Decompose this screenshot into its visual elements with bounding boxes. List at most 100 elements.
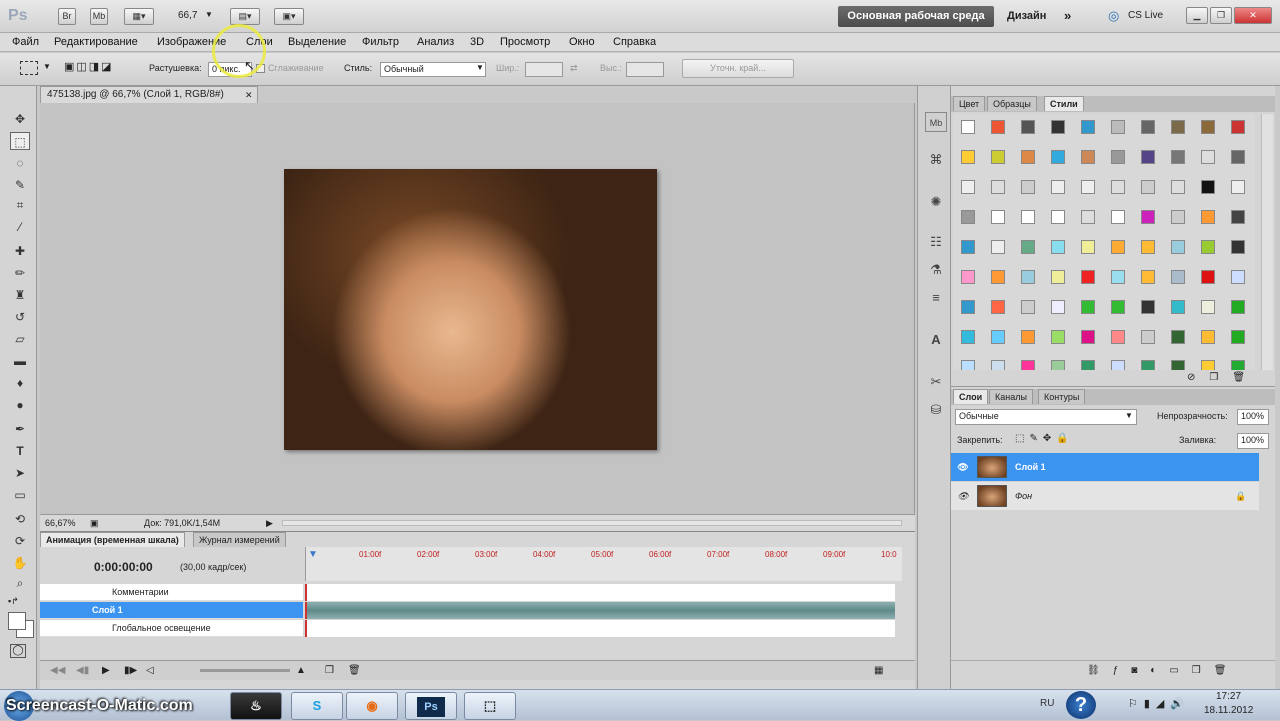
status-zoom[interactable]: 66,67% [45,515,76,531]
lock-icons[interactable]: ⬚✎✥🔒 [1015,433,1074,444]
zoom-dropdown-icon[interactable]: ▼ [205,10,213,19]
timeline-row-global-light[interactable]: Глобальное освещение [40,620,303,637]
style-swatch[interactable] [1111,120,1125,134]
current-time[interactable]: 0:00:00:00 [94,560,153,574]
foreground-color-swatch[interactable] [8,612,26,630]
style-swatch[interactable] [1021,240,1035,254]
shape-tool-icon[interactable]: ▭ [10,486,30,504]
layer-row-background[interactable]: 👁 Фон 🔒 [951,482,1259,510]
style-swatch[interactable] [1081,270,1095,284]
style-swatch[interactable] [961,120,975,134]
playhead-icon[interactable]: ▼ [308,549,318,560]
styles-footer-icons[interactable]: ⊘❒🗑 [1187,372,1259,383]
adjustments-icon[interactable]: ☷ [925,232,947,252]
style-swatch[interactable] [991,300,1005,314]
layer-action-icons[interactable]: ⛓ƒ◙◐▭❒🗑 [1087,661,1239,681]
style-swatch[interactable] [1231,300,1245,314]
style-swatch[interactable] [1081,150,1095,164]
style-swatch[interactable] [1081,240,1095,254]
visibility-eye-icon[interactable]: 👁 [957,461,969,473]
status-arrow-icon[interactable]: ▶ [266,515,273,531]
style-swatch[interactable] [1201,150,1215,164]
dodge-tool-icon[interactable]: ● [10,396,30,414]
style-swatch[interactable] [1081,360,1095,370]
style-swatch[interactable] [1201,120,1215,134]
style-swatch[interactable] [1111,270,1125,284]
3d-rotate-tool-icon[interactable]: ⟲ [10,510,30,528]
history-icon[interactable]: ⌘ [925,150,947,170]
help-icon[interactable]: ? [1066,691,1096,719]
layer-row-layer1[interactable]: 👁 Слой 1 [951,453,1259,481]
first-frame-icon[interactable]: ◀◀ [50,661,65,681]
eraser-tool-icon[interactable]: ▱ [10,330,30,348]
timeline-row-layer1[interactable]: Слой 1 [40,602,303,619]
layer-duration-bar[interactable] [305,602,895,619]
style-swatch[interactable] [1141,180,1155,194]
close-document-icon[interactable]: ✕ [245,87,253,103]
style-swatch[interactable] [1081,210,1095,224]
document-tab[interactable]: 475138.jpg @ 66,7% (Слой 1, RGB/8#) ✕ [40,86,258,103]
layer-name[interactable]: Фон [1015,482,1032,510]
cs-live-button[interactable]: CS Live [1128,10,1163,21]
style-swatch[interactable] [1141,210,1155,224]
style-swatch[interactable] [1111,240,1125,254]
style-swatch[interactable] [1201,330,1215,344]
view-extras-button[interactable]: ▦▾ [124,8,154,25]
style-swatch[interactable] [1231,150,1245,164]
style-swatch[interactable] [1201,360,1215,370]
character-icon[interactable]: A [925,330,947,350]
arrange-documents-button[interactable]: ▤▾ [230,8,260,25]
style-swatch[interactable] [1111,300,1125,314]
minimize-button[interactable]: ▁ [1186,7,1208,24]
style-swatch[interactable] [1021,330,1035,344]
horizontal-scrollbar[interactable] [282,520,902,526]
tab-color[interactable]: Цвет [953,96,986,111]
style-swatch[interactable] [1231,330,1245,344]
menu-edit[interactable]: Редактирование [54,36,138,48]
style-swatch[interactable] [1051,210,1065,224]
menu-select[interactable]: Выделение [288,36,346,48]
convert-frames-icon[interactable]: ❒ [325,661,334,681]
tab-swatches[interactable]: Образцы [987,96,1037,111]
quick-selection-tool-icon[interactable]: ✎ [10,176,30,194]
language-indicator[interactable]: RU [1040,698,1054,709]
style-swatch[interactable] [1021,360,1035,370]
workspace-essentials-button[interactable]: Основная рабочая среда [838,6,994,27]
style-swatch[interactable] [1081,180,1095,194]
style-swatch[interactable] [1051,360,1065,370]
style-swatch[interactable] [1051,150,1065,164]
play-icon[interactable]: ▶ [102,661,110,681]
style-swatch[interactable] [1171,120,1185,134]
style-swatch[interactable] [1141,360,1155,370]
style-swatch[interactable] [1111,330,1125,344]
style-swatch[interactable] [1051,300,1065,314]
style-swatch[interactable] [1051,120,1065,134]
panel-menu-icon[interactable]: ▦ [874,661,883,681]
workspace-design-button[interactable]: Дизайн [1007,10,1046,22]
style-swatch[interactable] [1021,180,1035,194]
style-swatch[interactable] [1171,270,1185,284]
style-swatch[interactable] [1201,240,1215,254]
clock-time[interactable]: 17:27 [1216,691,1241,702]
lasso-tool-icon[interactable]: ◌ [10,154,30,172]
menu-view[interactable]: Просмотр [500,36,550,48]
style-swatch[interactable] [1051,270,1065,284]
style-swatch[interactable] [961,270,975,284]
timeline-track[interactable] [305,584,895,601]
style-swatch[interactable] [961,360,975,370]
style-swatch[interactable] [1141,120,1155,134]
clone-stamp-tool-icon[interactable]: ♜ [10,286,30,304]
style-swatch[interactable] [1201,300,1215,314]
tab-measurement-log[interactable]: Журнал измерений [193,532,286,547]
height-input[interactable] [626,62,664,77]
style-swatch[interactable] [1231,240,1245,254]
menu-window[interactable]: Окно [569,36,595,48]
menu-file[interactable]: Файл [12,36,39,48]
next-frame-icon[interactable]: ▮▶ [124,661,137,681]
style-swatch[interactable] [1141,150,1155,164]
zoom-level[interactable]: 66,7 [178,10,197,21]
tray-icons[interactable]: ⚐▮◢🔊 [1128,697,1190,710]
style-swatch[interactable] [961,300,975,314]
style-swatch[interactable] [1021,210,1035,224]
tab-channels[interactable]: Каналы [989,389,1033,404]
